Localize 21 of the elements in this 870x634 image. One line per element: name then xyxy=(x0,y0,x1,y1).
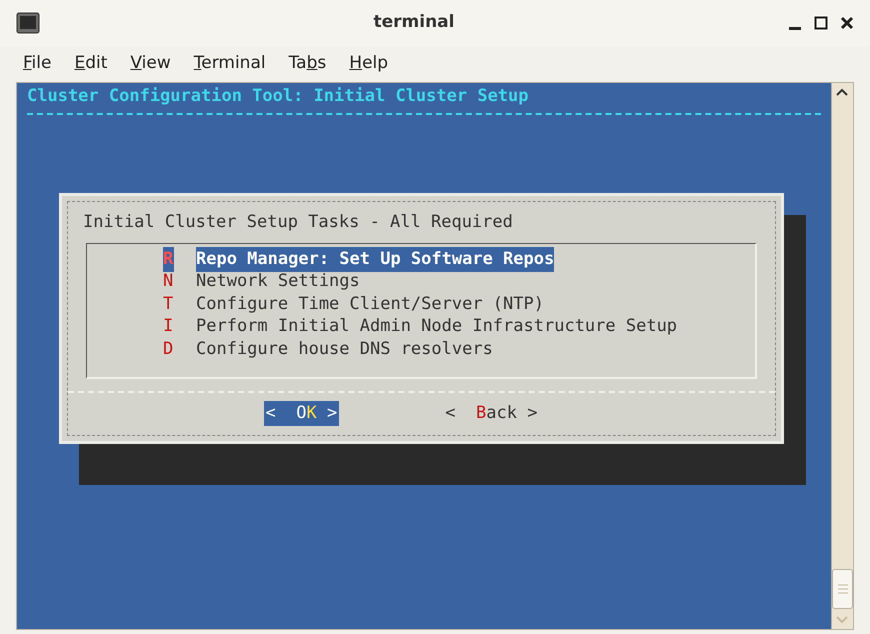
menu-item[interactable]: Terminal xyxy=(190,51,269,77)
task-item[interactable]: N Network Settings xyxy=(163,270,755,293)
menu-item[interactable]: Tabs xyxy=(286,51,330,77)
window-title: terminal xyxy=(372,11,456,34)
dialog-title: Initial Cluster Setup Tasks - All Required xyxy=(83,210,514,234)
grip-icon xyxy=(836,584,848,594)
menu-item[interactable]: Help xyxy=(346,51,392,77)
terminal-icon xyxy=(16,12,40,34)
task-item[interactable]: T Configure Time Client/Server (NTP) xyxy=(163,293,755,316)
dialog-button[interactable]: < Back > xyxy=(443,400,540,426)
screen-heading: Cluster Configuration Tool: Initial Cluster Setup xyxy=(27,85,530,108)
scrollbar[interactable] xyxy=(831,83,853,629)
maximize-icon[interactable] xyxy=(814,16,828,30)
scroll-thumb[interactable] xyxy=(832,569,853,609)
task-item[interactable]: I Perform Initial Admin Node Infrastructure Setup xyxy=(163,316,755,338)
menu-item[interactable]: Edit xyxy=(71,51,110,77)
task-item[interactable]: D Configure house DNS resolvers xyxy=(163,338,755,360)
menu-item[interactable]: File xyxy=(20,51,54,77)
dialog-button[interactable]: < OK > xyxy=(264,400,340,426)
close-icon[interactable] xyxy=(840,16,854,30)
menu-item[interactable]: View xyxy=(127,51,174,77)
